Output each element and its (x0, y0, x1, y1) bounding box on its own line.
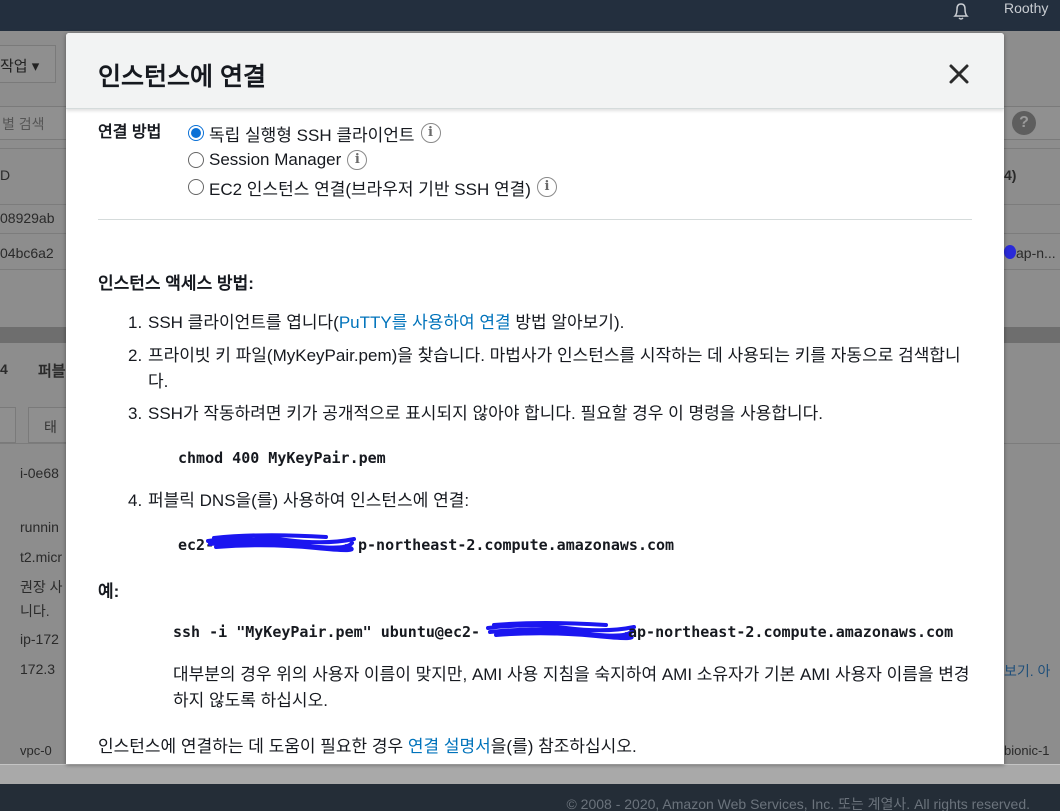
detail-value: bionic-1 (1004, 743, 1050, 758)
modal-title: 인스턴스에 연결 (98, 63, 266, 91)
access-heading: 인스턴스 액세스 방법: (98, 274, 254, 293)
account-menu[interactable]: Roothy (1004, 0, 1048, 18)
detail-value: 니다. (20, 603, 50, 619)
actions-button-label: 작업 ▾ (0, 58, 40, 75)
radio-label: 독립 실행형 SSH 클라이언트 (209, 125, 415, 145)
info-icon[interactable]: i (420, 123, 441, 143)
table-header-right: 4) (1004, 167, 1017, 183)
putty-connect-link[interactable]: PuTTY를 사용하여 연결 (339, 313, 511, 332)
step-number: 4. (128, 491, 143, 510)
table-header-left: D (0, 167, 11, 183)
notification-bell-icon[interactable] (948, 0, 974, 24)
help-icon[interactable]: ? (1012, 111, 1036, 135)
step-text: 프라이빗 키 파일(MyKeyPair.pem)을 찾습니다. 마법사가 인스턴… (148, 346, 961, 391)
step-text: SSH가 작동하려면 키가 공개적으로 표시되지 않아야 합니다. 필요할 경우… (148, 404, 824, 423)
table-row-id[interactable]: 08929ab (0, 210, 55, 226)
detail-tab-count: 4 (0, 361, 8, 377)
detail-value: 권장 사 (20, 579, 63, 595)
radio-option-ec2-instance-connect[interactable]: EC2 인스턴스 연결(브라우저 기반 SSH 연결) i (188, 175, 557, 199)
connection-guide-link[interactable]: 연결 설명서 (408, 737, 491, 756)
step-1: 1. SSH 클라이언트를 엽니다(PuTTY를 사용하여 연결 방법 알아보기)… (128, 310, 968, 336)
detail-subtab[interactable] (0, 407, 16, 443)
detail-value: 172.3 (20, 661, 56, 677)
info-icon[interactable]: i (536, 177, 557, 197)
console-footer: © 2008 - 2020, Amazon Web Services, Inc.… (0, 784, 1060, 811)
chmod-command[interactable]: chmod 400 MyKeyPair.pem (178, 449, 386, 467)
example-ssh-command-suffix[interactable]: ap-northeast-2.compute.amazonaws.com (628, 623, 953, 641)
detail-value: runnin (20, 519, 59, 535)
detail-link[interactable]: 보기. 아 (1004, 661, 1050, 681)
help-text-pre: 인스턴스에 연결하는 데 도움이 필요한 경우 (98, 737, 408, 756)
info-icon[interactable]: i (347, 150, 368, 170)
step-text: 방법 알아보기). (510, 313, 625, 332)
console-top-bar: Roothy (0, 0, 1060, 31)
step-number: 2. (128, 346, 143, 365)
detail-value: ip-172 (20, 631, 59, 647)
section-divider (98, 219, 972, 220)
radio-button[interactable] (188, 152, 204, 168)
step-number: 1. (128, 313, 143, 332)
radio-option-ssh-client[interactable]: 독립 실행형 SSH 클라이언트 i (188, 121, 441, 145)
radio-button[interactable] (188, 179, 204, 195)
help-text-post: 을(를) 참조하십시오. (490, 737, 637, 756)
public-dns-suffix[interactable]: p-northeast-2.compute.amazonaws.com (358, 536, 674, 554)
modal-body: 연결 방법 독립 실행형 SSH 클라이언트 i Session Manager… (66, 109, 1004, 764)
radio-option-session-manager[interactable]: Session Manager i (188, 148, 368, 172)
table-row-id[interactable]: 04bc6a2 (0, 245, 54, 261)
radio-label: EC2 인스턴스 연결(브라우저 기반 SSH 연결) (209, 179, 531, 199)
redaction-scribble (206, 533, 356, 553)
step-2: 2. 프라이빗 키 파일(MyKeyPair.pem)을 찾습니다. 마법사가 … (128, 343, 978, 395)
search-placeholder: 별 검색 (2, 116, 45, 132)
detail-value: i-0e68 (20, 465, 59, 481)
radio-label: Session Manager (209, 150, 342, 169)
step-number: 3. (128, 404, 143, 423)
detail-value: vpc-0 (20, 743, 52, 758)
redaction-scribble (486, 621, 636, 641)
help-text: 인스턴스에 연결하는 데 도움이 필요한 경우 연결 설명서을(를) 참조하십시… (98, 734, 958, 760)
step-3: 3. SSH가 작동하려면 키가 공개적으로 표시되지 않아야 합니다. 필요할 … (128, 401, 978, 427)
connect-instance-modal: 인스턴스에 연결 연결 방법 독립 실행형 SSH 클라이언트 i Sessio… (66, 33, 1004, 764)
detail-subtab-label: 태 (44, 419, 57, 435)
copyright-text: © 2008 - 2020, Amazon Web Services, Inc.… (566, 796, 1030, 811)
detail-value: t2.micr (20, 549, 62, 565)
radio-button-selected[interactable] (188, 125, 204, 141)
example-ssh-command-prefix[interactable]: ssh -i "MyKeyPair.pem" ubuntu@ec2- (173, 623, 480, 641)
modal-header: 인스턴스에 연결 (66, 33, 1004, 109)
step-4: 4. 퍼블릭 DNS을(를) 사용하여 인스턴스에 연결: (128, 488, 978, 514)
connection-method-label: 연결 방법 (98, 124, 162, 141)
redaction-mark (1004, 245, 1016, 259)
horizontal-scrollbar[interactable] (0, 764, 1060, 784)
step-text: 퍼블릭 DNS을(를) 사용하여 인스턴스에 연결: (148, 491, 470, 510)
detail-tab-public[interactable]: 퍼블 (38, 360, 66, 381)
close-button[interactable] (944, 59, 974, 89)
close-icon (949, 64, 969, 84)
example-label: 예: (98, 582, 120, 601)
step-text: SSH 클라이언트를 엽니다( (148, 313, 339, 332)
table-row-region: ap-n... (1016, 245, 1056, 261)
ami-username-note: 대부분의 경우 위의 사용자 이름이 맞지만, AMI 사용 지침을 숙지하여 … (173, 665, 970, 710)
